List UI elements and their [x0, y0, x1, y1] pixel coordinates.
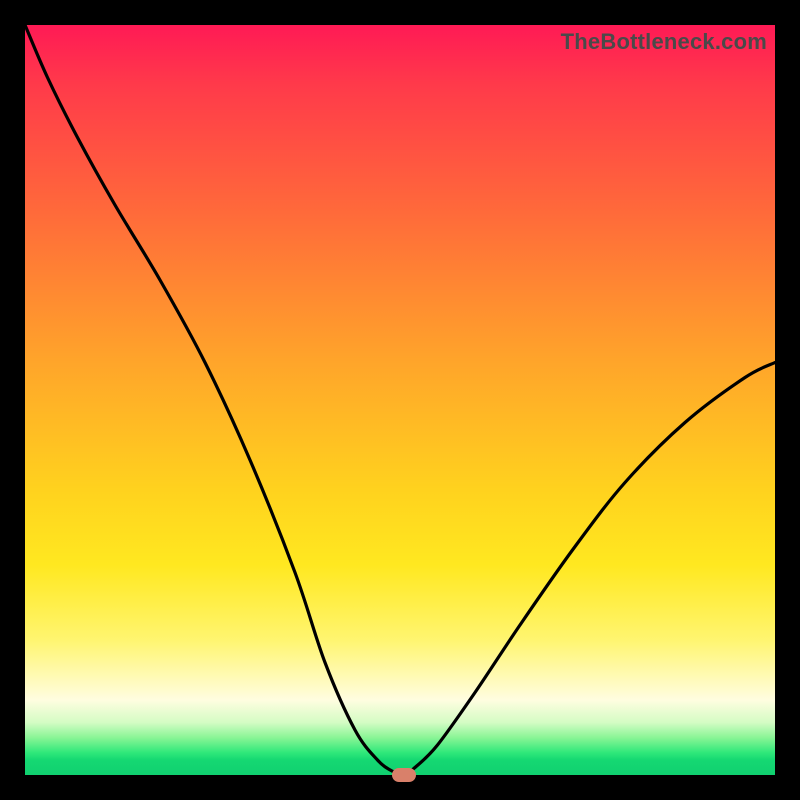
- bottleneck-curve: [25, 25, 775, 775]
- chart-frame: TheBottleneck.com: [0, 0, 800, 800]
- optimal-point-marker: [392, 768, 416, 782]
- watermark-text: TheBottleneck.com: [561, 29, 767, 55]
- plot-area: TheBottleneck.com: [25, 25, 775, 775]
